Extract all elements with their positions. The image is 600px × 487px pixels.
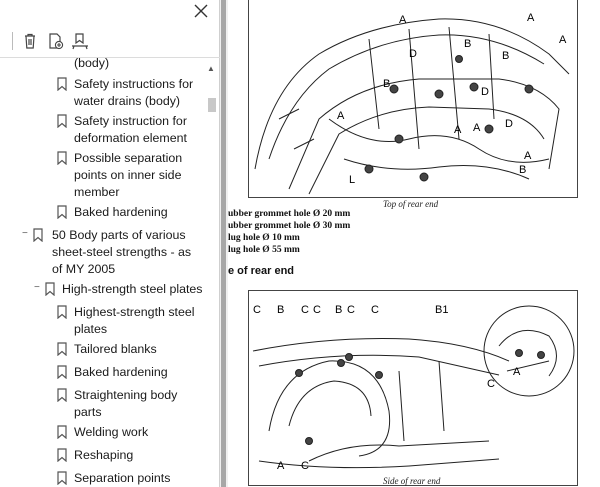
callout-label: B (464, 38, 471, 50)
figure2-callouts: C B C C B C C B1 C A A C (253, 304, 521, 472)
callout-label: B (502, 50, 509, 62)
callout-label: A (559, 34, 567, 46)
bookmark-icon (56, 114, 68, 129)
callout-label: A (513, 366, 521, 378)
legend-item: ubber grommet hole Ø 20 mm (228, 209, 351, 219)
close-icon[interactable] (192, 2, 210, 20)
collapse-toggle-icon[interactable]: − (22, 228, 28, 239)
bookmark-label: Separation points (74, 471, 171, 485)
callout-label: B1 (435, 304, 448, 316)
collapse-toggle-icon[interactable]: − (34, 282, 40, 293)
bookmark-icon (56, 205, 68, 220)
section-heading: e of rear end (228, 265, 295, 277)
callout-label: D (481, 86, 489, 98)
legend-item: ubber grommet hole Ø 30 mm (228, 221, 351, 231)
bookmark-item[interactable]: Tailored blanks (56, 341, 201, 358)
bookmark-icon (56, 471, 68, 486)
bookmark-item[interactable]: Baked hardening (56, 364, 201, 381)
callout-label: C (371, 304, 379, 316)
bookmarks-toolbar (12, 30, 94, 52)
bookmark-item[interactable]: Separation points (56, 470, 201, 487)
callout-label: L (349, 174, 355, 186)
bookmark-settings-icon[interactable] (69, 30, 91, 52)
callout-label: A (399, 14, 407, 26)
bookmark-item[interactable]: 50 Body parts of various sheet-steel str… (32, 227, 202, 278)
bookmark-icon (56, 305, 68, 320)
callout-label: A (454, 124, 462, 136)
callout-label: C (253, 304, 261, 316)
bookmark-icon (56, 77, 68, 92)
bookmark-label: High-strength steel plates (62, 282, 203, 296)
callout-label: A (524, 150, 532, 162)
bookmark-label: (body) (74, 58, 110, 70)
bookmark-label: Tailored blanks (74, 342, 157, 356)
rear-end-top-drawing: A A A D B B B D A A D A A B L (254, 12, 570, 195)
bookmark-item[interactable]: Welding work (56, 424, 201, 441)
rear-end-side-drawing: C B C C B C C B1 C A A C (252, 304, 575, 472)
callout-label: C (301, 304, 309, 316)
legend-item: lug hole Ø 55 mm (228, 245, 300, 255)
bookmarks-panel: (body) Safety instructions for water dra… (0, 0, 220, 487)
bookmark-label: Possible separation points on inner side… (74, 151, 183, 199)
callout-label: D (505, 118, 513, 130)
delete-bookmark-icon[interactable] (19, 30, 41, 52)
bookmark-icon (56, 151, 68, 166)
callout-label: A (473, 122, 481, 134)
bookmark-icon (44, 282, 56, 297)
bookmark-icon (56, 448, 68, 463)
callout-label: B (335, 304, 342, 316)
bookmark-item[interactable]: Baked hardening (56, 204, 201, 221)
callout-label: A (337, 110, 345, 122)
bookmark-label: Highest-strength steel plates (74, 305, 195, 336)
bookmark-item[interactable]: High-strength steel plates (44, 281, 204, 298)
callout-label: C (487, 378, 495, 390)
scroll-up-icon[interactable]: ▲ (207, 64, 215, 73)
bookmark-label: Baked hardening (74, 365, 168, 379)
legend-item: lug hole Ø 10 mm (228, 233, 300, 243)
bookmark-label: Reshaping (74, 448, 134, 462)
figure1-caption: Top of rear end (383, 199, 439, 209)
callout-label: A (527, 12, 535, 24)
bookmarks-header (0, 0, 220, 58)
callout-label: C (347, 304, 355, 316)
bookmark-label: Safety instruction for deformation eleme… (74, 114, 187, 145)
bookmark-icon (56, 342, 68, 357)
scrollbar-thumb[interactable] (208, 98, 216, 112)
callout-label: A (277, 460, 285, 472)
figure2-caption: Side of rear end (383, 476, 441, 486)
bookmark-icon (56, 388, 68, 403)
bookmark-label: Safety instructions for water drains (bo… (74, 77, 194, 108)
splitter-handle[interactable] (221, 0, 226, 487)
bookmark-item[interactable]: Straightening body parts (56, 387, 201, 421)
document-page: A A A D B B B D A A D A A B L Top of rea… (228, 0, 600, 487)
toolbar-divider (12, 32, 13, 50)
figure1-callouts: A A A D B B B D A A D A A B L (337, 12, 567, 186)
bookmark-item[interactable]: (body) (56, 58, 109, 72)
bookmark-icon (56, 365, 68, 380)
bookmark-item[interactable]: Reshaping (56, 447, 201, 464)
bookmark-label: Straightening body parts (74, 388, 178, 419)
callout-label: D (409, 48, 417, 60)
bookmark-scrollbar[interactable]: ▲ (205, 60, 218, 487)
bookmark-label: Welding work (74, 425, 149, 439)
callout-label: B (277, 304, 284, 316)
bookmark-item[interactable]: Safety instructions for water drains (bo… (56, 76, 201, 110)
bookmark-label: 50 Body parts of various sheet-steel str… (52, 228, 192, 276)
callout-label: B (383, 78, 390, 90)
callout-label: C (301, 460, 309, 472)
add-bookmark-icon[interactable] (44, 30, 66, 52)
bookmark-icon (56, 425, 68, 440)
bookmark-item[interactable]: Possible separation points on inner side… (56, 150, 201, 201)
panel-splitter[interactable] (220, 0, 228, 487)
bookmark-icon (32, 228, 44, 243)
bookmark-label: Baked hardening (74, 205, 168, 219)
bookmark-item[interactable]: Highest-strength steel plates (56, 304, 201, 338)
figure-top-rear-end: A A A D B B B D A A D A A B L (248, 0, 578, 198)
figure-side-rear-end: C B C C B C C B1 C A A C (248, 290, 578, 486)
bookmark-tree: (body) Safety instructions for water dra… (0, 58, 205, 487)
callout-label: B (519, 164, 526, 176)
bookmark-item[interactable]: Safety instruction for deformation eleme… (56, 113, 201, 147)
callout-label: C (313, 304, 321, 316)
